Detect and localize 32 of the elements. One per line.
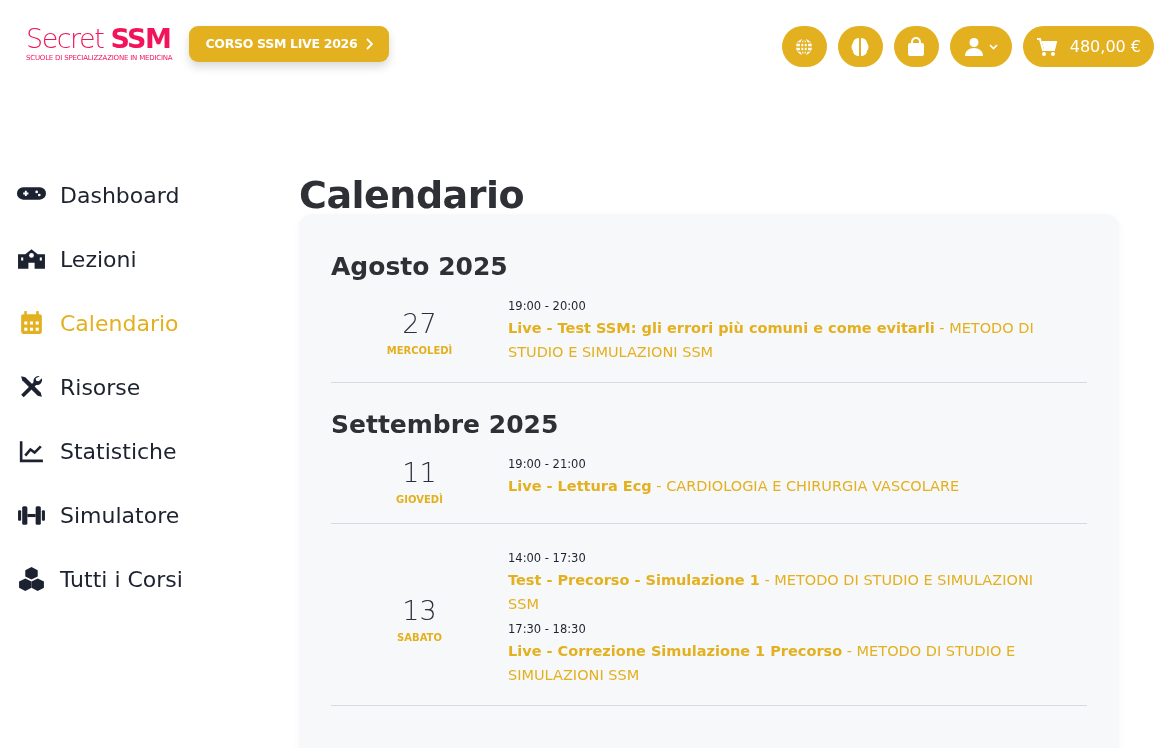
month-heading: Agosto 2025 [331, 252, 508, 281]
event-time: 17:30 - 18:30 [508, 622, 586, 636]
weekday-label: GIOVEDÌ [396, 494, 443, 505]
sidebar-item[interactable]: Risorse [17, 355, 141, 419]
event-time: 19:00 - 20:00 [508, 299, 586, 313]
account-button[interactable] [949, 26, 1012, 67]
chevron-down-icon [988, 43, 998, 50]
weekday-label: SABATO [397, 632, 442, 643]
weekday-label: MERCOLEDÌ [386, 344, 453, 356]
event-time: 19:00 - 21:00 [508, 457, 586, 471]
chevron-right-icon [366, 37, 374, 50]
day-number: 13 [402, 595, 437, 626]
sidebar-item[interactable]: Dashboard [17, 163, 180, 227]
globe-icon [794, 36, 815, 57]
cubes-icon [17, 565, 46, 593]
sidebar-item[interactable]: Simulatore [17, 483, 180, 547]
cart-icon [1035, 36, 1058, 57]
brain-button[interactable] [837, 26, 883, 67]
month-heading: Settembre 2025 [331, 410, 559, 439]
sidebar-item[interactable]: Lezioni [17, 227, 137, 291]
day-number: 27 [402, 307, 437, 339]
brain-icon [851, 36, 870, 57]
language-button[interactable] [781, 26, 827, 67]
event-time: 14:00 - 17:30 [508, 551, 586, 565]
shop-button[interactable] [893, 26, 939, 67]
page-title: Calendario [299, 172, 525, 214]
sidebar-item[interactable]: Statistiche [17, 419, 177, 483]
logo-text[interactable]: Secret SSM [26, 25, 173, 52]
shopping-bag-icon [907, 36, 926, 57]
sidebar-item[interactable]: Tutti i Corsi [17, 547, 183, 611]
day-number: 11 [402, 457, 437, 488]
user-icon [963, 36, 984, 57]
